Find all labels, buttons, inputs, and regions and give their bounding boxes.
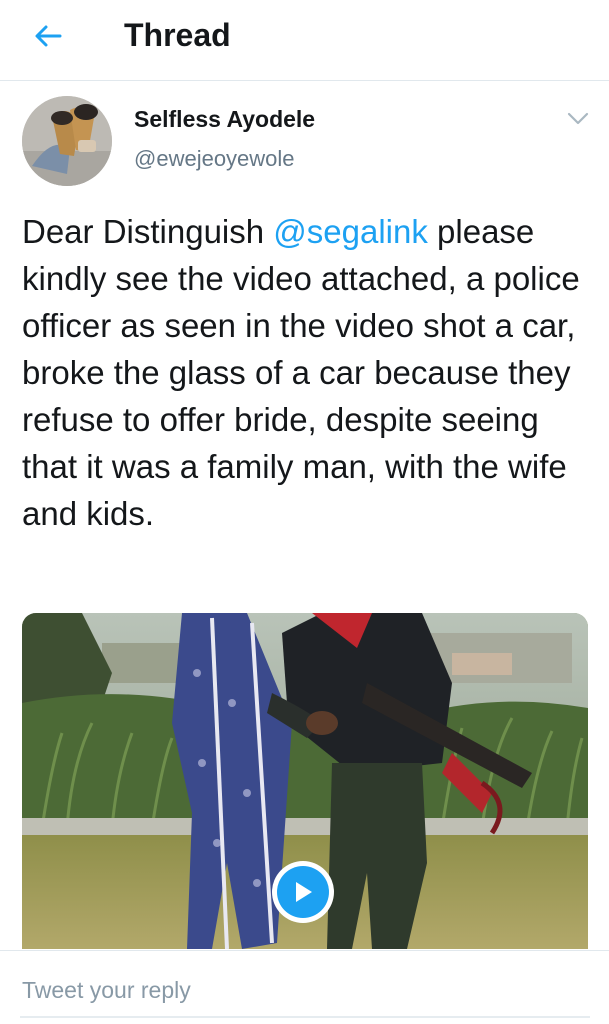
divider (0, 950, 609, 951)
page-title: Thread (124, 17, 231, 53)
reply-input-underline (20, 1016, 590, 1018)
reply-input[interactable] (22, 970, 582, 1010)
mention-link[interactable]: @segalink (273, 213, 428, 250)
tweet-text: Dear Distinguish @segalink please kindly… (22, 208, 597, 537)
arrow-left-icon (35, 25, 62, 47)
avatar[interactable] (22, 96, 112, 186)
back-button[interactable] (26, 14, 70, 58)
author-handle[interactable]: @ewejeoyewole (134, 145, 295, 173)
tweet-text-start: Dear Distinguish (22, 213, 274, 250)
video-player[interactable] (22, 613, 588, 949)
author-name[interactable]: Selfless Ayodele (134, 104, 315, 134)
avatar-photo (22, 96, 112, 186)
play-icon (296, 882, 312, 902)
play-button-circle (277, 866, 329, 918)
thread-screen: Thread Selfless Ayodele @ewejeoyewole De… (0, 0, 609, 1024)
chevron-down-icon (567, 112, 589, 125)
tweet-menu-button[interactable] (560, 104, 596, 134)
tweet-text-rest: please kindly see the video attached, a … (22, 213, 580, 532)
play-button[interactable] (272, 861, 334, 923)
top-bar: Thread (0, 0, 609, 81)
